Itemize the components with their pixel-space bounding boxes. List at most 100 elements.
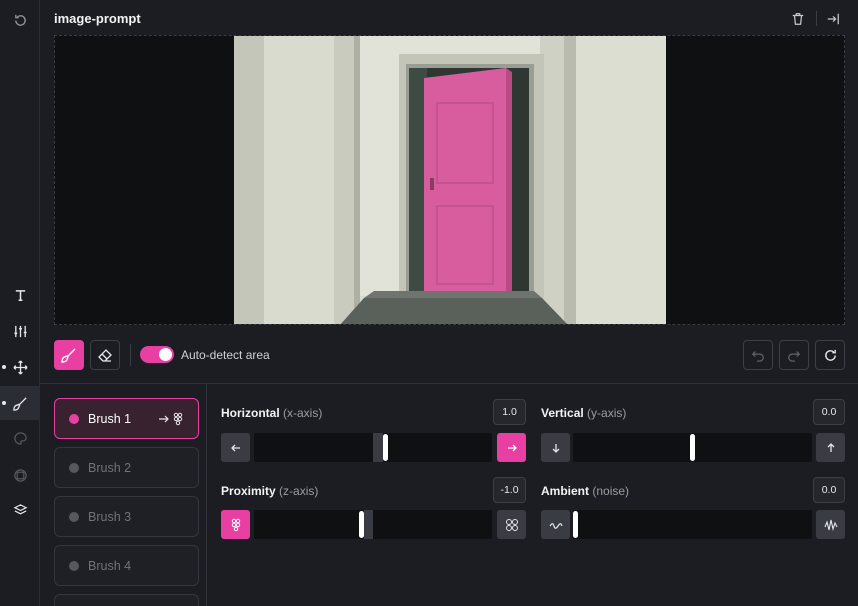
vertical-title: Vertical bbox=[541, 406, 584, 420]
ambient-axis: (noise) bbox=[592, 484, 630, 498]
move-icon bbox=[12, 359, 28, 375]
panel-divider bbox=[206, 384, 207, 606]
horizontal-title: Horizontal bbox=[221, 406, 280, 420]
indicator-dot bbox=[2, 401, 6, 405]
text-icon bbox=[15, 289, 25, 301]
ambient-low-button[interactable] bbox=[541, 510, 570, 539]
undo-button[interactable] bbox=[743, 340, 773, 370]
redo-button[interactable] bbox=[779, 340, 809, 370]
brush-color-dot bbox=[69, 560, 79, 571]
ambient-value[interactable]: 0.0 bbox=[813, 477, 845, 503]
arrow-up-icon bbox=[827, 442, 834, 452]
app-window: image-prompt Auto-detect area Brush 1 Br… bbox=[0, 0, 858, 606]
wave-high-icon bbox=[823, 519, 837, 531]
brush-item-2[interactable]: Brush 2 bbox=[54, 447, 199, 488]
eraser-button[interactable] bbox=[90, 340, 120, 370]
vertical-down-button[interactable] bbox=[541, 433, 570, 462]
reset-icon bbox=[824, 349, 836, 361]
ambient-high-button[interactable] bbox=[816, 510, 845, 539]
brush-item-4[interactable]: Brush 4 bbox=[54, 545, 199, 586]
proximity-label: Proximity (z-axis) bbox=[221, 484, 318, 498]
horizontal-right-button[interactable] bbox=[497, 433, 526, 462]
brush-tool-button[interactable] bbox=[0, 386, 40, 420]
delete-button[interactable] bbox=[789, 10, 807, 28]
brush-item-3[interactable]: Brush 3 bbox=[54, 496, 199, 537]
layers-button[interactable] bbox=[0, 493, 40, 527]
slider-thumb[interactable] bbox=[573, 511, 578, 538]
brush-label: Brush 3 bbox=[88, 509, 132, 524]
adjustments-button[interactable] bbox=[0, 314, 40, 348]
brush-color-dot bbox=[69, 511, 79, 522]
trash-icon bbox=[792, 13, 804, 25]
horizontal-label: Horizontal (x-axis) bbox=[221, 406, 322, 420]
palette-icon bbox=[13, 431, 27, 445]
slider-fill bbox=[364, 510, 373, 539]
vertical-value[interactable]: 0.0 bbox=[813, 399, 845, 425]
proximity-title: Proximity bbox=[221, 484, 276, 498]
brush-item-5[interactable] bbox=[54, 594, 199, 606]
object-large-icon bbox=[505, 518, 518, 531]
toolbar-divider bbox=[130, 344, 131, 366]
brush-label: Brush 4 bbox=[88, 558, 132, 573]
vertical-slider[interactable] bbox=[573, 433, 812, 462]
proximity-near-button[interactable] bbox=[221, 510, 250, 539]
page-title: image-prompt bbox=[54, 11, 141, 26]
horizontal-slider[interactable] bbox=[254, 433, 492, 462]
vertical-up-button[interactable] bbox=[816, 433, 845, 462]
section-divider bbox=[40, 383, 858, 384]
frame-button[interactable] bbox=[0, 458, 40, 492]
redo-icon bbox=[788, 351, 801, 362]
vertical-axis: (y-axis) bbox=[587, 406, 627, 420]
brush-mode-button[interactable] bbox=[54, 340, 84, 370]
frame-icon bbox=[13, 468, 27, 482]
horizontal-value[interactable]: 1.0 bbox=[493, 399, 526, 425]
auto-detect-label: Auto-detect area bbox=[181, 348, 270, 362]
corridor-door-image bbox=[234, 36, 666, 324]
collapse-right-icon bbox=[827, 13, 839, 25]
object-icon bbox=[173, 412, 183, 426]
arrow-right-icon bbox=[159, 415, 169, 423]
vertical-label: Vertical (y-axis) bbox=[541, 406, 626, 420]
image-canvas[interactable] bbox=[54, 35, 845, 325]
brush-label: Brush 2 bbox=[88, 460, 132, 475]
palette-button[interactable] bbox=[0, 421, 40, 455]
arrow-right-icon bbox=[507, 444, 517, 451]
collapse-panel-button[interactable] bbox=[824, 10, 842, 28]
left-rail bbox=[0, 0, 40, 606]
history-icon bbox=[14, 14, 26, 26]
reset-button[interactable] bbox=[815, 340, 845, 370]
horizontal-left-button[interactable] bbox=[221, 433, 250, 462]
ambient-title: Ambient bbox=[541, 484, 589, 498]
eraser-icon bbox=[98, 349, 112, 362]
brush-label: Brush 1 bbox=[88, 411, 132, 426]
adjustments-icon bbox=[13, 325, 27, 337]
wave-low-icon bbox=[549, 522, 563, 529]
arrow-left-icon bbox=[230, 444, 240, 451]
brush-color-dot bbox=[69, 413, 79, 424]
slider-thumb[interactable] bbox=[383, 434, 388, 461]
brush-target bbox=[158, 412, 184, 426]
auto-detect-toggle[interactable] bbox=[140, 346, 174, 363]
ambient-slider[interactable] bbox=[573, 510, 812, 539]
brush-icon bbox=[61, 348, 76, 363]
proximity-value[interactable]: -1.0 bbox=[493, 477, 526, 503]
ambient-label: Ambient (noise) bbox=[541, 484, 629, 498]
arrow-down-icon bbox=[552, 443, 559, 453]
undo-icon bbox=[751, 351, 764, 362]
header-divider bbox=[816, 11, 817, 26]
text-tool-button[interactable] bbox=[0, 278, 40, 312]
slider-thumb[interactable] bbox=[690, 434, 695, 461]
brush-icon bbox=[12, 396, 27, 411]
brush-item-1[interactable]: Brush 1 bbox=[54, 398, 199, 439]
history-button[interactable] bbox=[0, 3, 40, 37]
horizontal-axis: (x-axis) bbox=[283, 406, 323, 420]
proximity-far-button[interactable] bbox=[497, 510, 526, 539]
slider-fill bbox=[373, 433, 383, 462]
object-small-icon bbox=[231, 518, 240, 531]
door-photo bbox=[234, 36, 666, 324]
brush-color-dot bbox=[69, 462, 79, 473]
move-tool-button[interactable] bbox=[0, 350, 40, 384]
proximity-slider[interactable] bbox=[254, 510, 492, 539]
layers-icon bbox=[13, 503, 27, 514]
indicator-dot bbox=[2, 365, 6, 369]
